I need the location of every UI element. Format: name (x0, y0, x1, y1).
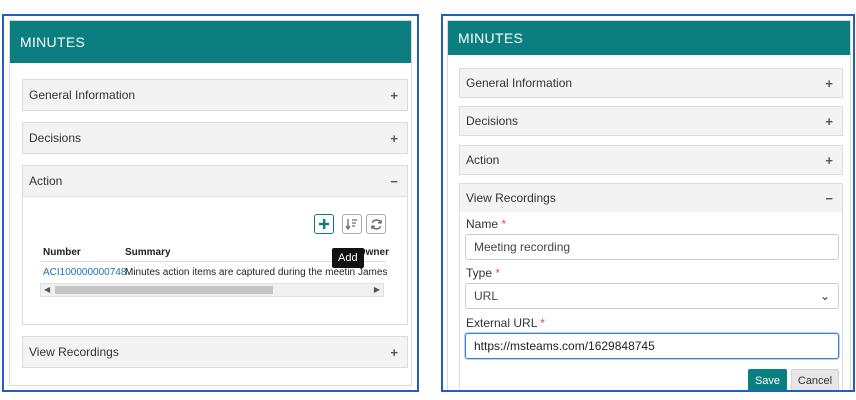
expand-icon[interactable]: + (825, 153, 833, 168)
minutes-card: MINUTES General Information + Decisions … (9, 20, 412, 386)
refresh-icon (370, 218, 382, 230)
left-minutes-panel: MINUTES General Information + Decisions … (2, 14, 419, 392)
expand-icon[interactable]: + (390, 131, 398, 146)
name-input[interactable]: Meeting recording (465, 234, 839, 260)
expand-icon[interactable]: + (390, 345, 398, 360)
required-mark: * (495, 266, 501, 280)
section-action-header[interactable]: Action − (23, 166, 407, 196)
sort-icon (345, 219, 357, 231)
section-title: Action (29, 174, 63, 188)
recording-form: Name * Meeting recording Type * URL ⌄ Ex… (460, 212, 842, 390)
section-title: Action (466, 153, 500, 167)
section-view-recordings-header[interactable]: View Recordings − (460, 184, 842, 212)
right-minutes-panel: MINUTES General Information + Decisions … (441, 14, 855, 392)
section-view-recordings[interactable]: View Recordings + (22, 336, 408, 368)
type-selected-value: URL (474, 289, 499, 303)
action-body: Number Summary Owner ACI100000000748 Min… (23, 196, 407, 324)
section-title: General Information (466, 76, 573, 90)
action-number-link[interactable]: ACI100000000748 (43, 267, 126, 278)
scroll-right-icon[interactable]: ▶ (374, 284, 380, 296)
section-general-information[interactable]: General Information + (459, 68, 843, 98)
collapse-icon[interactable]: − (390, 174, 398, 189)
section-title: Decisions (466, 114, 519, 128)
scrollbar-thumb[interactable] (55, 286, 273, 294)
required-mark: * (540, 316, 545, 330)
cancel-button[interactable]: Cancel (791, 369, 839, 390)
external-url-label: External URL * (466, 316, 545, 330)
section-title: View Recordings (466, 191, 556, 205)
sort-button[interactable] (342, 214, 362, 234)
save-button[interactable]: Save (748, 369, 787, 390)
section-title: Decisions (29, 131, 82, 145)
minutes-card: MINUTES General Information + Decisions … (447, 20, 851, 390)
section-title: View Recordings (29, 345, 119, 359)
type-select[interactable]: URL ⌄ (465, 283, 839, 309)
name-label: Name * (466, 217, 507, 231)
section-action: Action − Number Summary Owner ACI1000000… (22, 165, 408, 325)
section-view-recordings: View Recordings − Name * Meeting recordi… (459, 183, 843, 390)
horizontal-scrollbar[interactable]: ◀ ▶ (40, 283, 384, 297)
expand-icon[interactable]: + (825, 76, 833, 91)
plus-icon (319, 219, 329, 229)
section-decisions[interactable]: Decisions + (459, 106, 843, 136)
column-header-summary[interactable]: Summary (125, 247, 171, 258)
column-header-number[interactable]: Number (43, 247, 81, 258)
required-mark: * (501, 217, 507, 231)
section-general-information[interactable]: General Information + (22, 79, 408, 111)
action-summary: Minutes action items are captured during… (125, 267, 355, 278)
section-action[interactable]: Action + (459, 145, 843, 175)
refresh-button[interactable] (366, 214, 386, 234)
add-tooltip: Add (332, 248, 364, 268)
type-label: Type * (466, 266, 501, 280)
minutes-header: MINUTES (10, 21, 411, 63)
collapse-icon[interactable]: − (825, 191, 833, 206)
section-title: General Information (29, 88, 136, 102)
scroll-left-icon[interactable]: ◀ (44, 284, 50, 296)
minutes-header: MINUTES (448, 21, 850, 55)
action-owner: James B (358, 267, 388, 278)
chevron-down-icon: ⌄ (819, 289, 830, 303)
section-decisions[interactable]: Decisions + (22, 122, 408, 154)
add-button[interactable] (314, 214, 334, 234)
expand-icon[interactable]: + (825, 114, 833, 129)
external-url-input[interactable]: https://msteams.com/1629848745 (465, 333, 839, 359)
expand-icon[interactable]: + (390, 88, 398, 103)
